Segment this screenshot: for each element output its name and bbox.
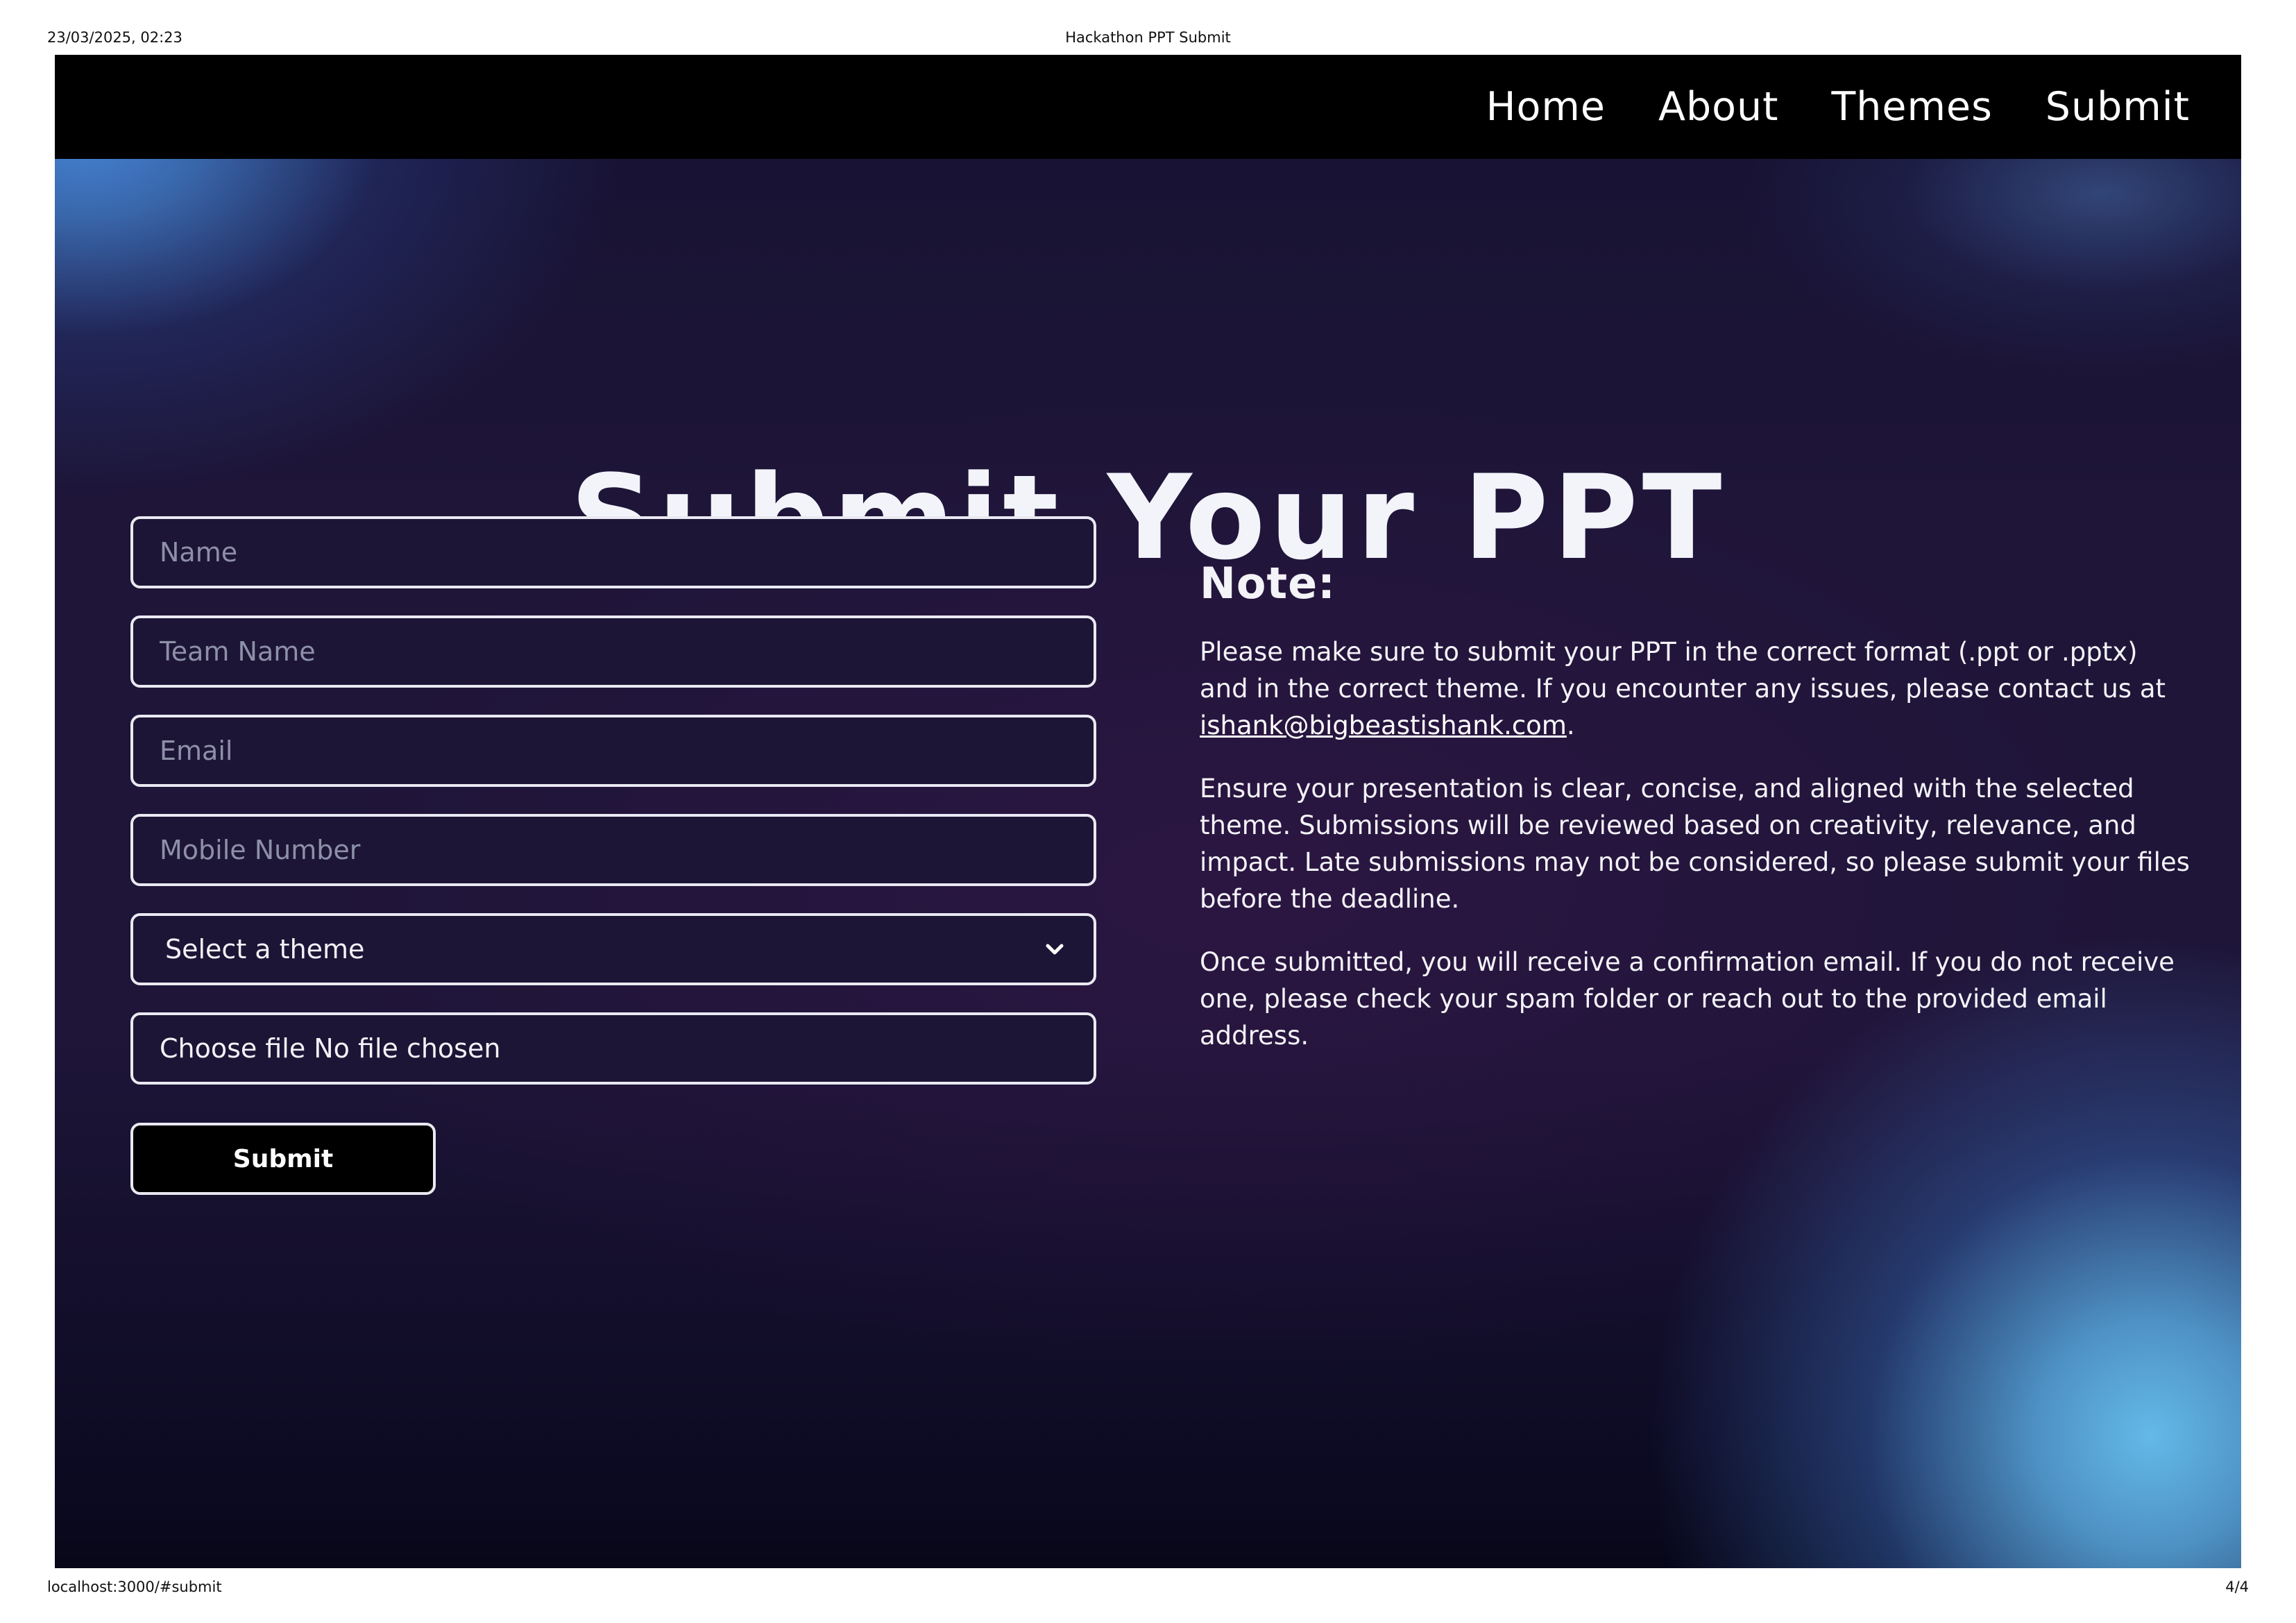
file-status-text: No file chosen [314, 1033, 501, 1064]
theme-select-value: Select a theme [165, 934, 365, 965]
note-format-text: Please make sure to submit your PPT in t… [1200, 637, 2166, 704]
print-header: 23/03/2025, 02:23 Hackathon PPT Submit [0, 29, 2296, 57]
note-paragraph-format: Please make sure to submit your PPT in t… [1200, 634, 2192, 744]
nav-link-themes[interactable]: Themes [1831, 84, 1992, 130]
submit-button[interactable]: Submit [130, 1123, 436, 1195]
mobile-number-input[interactable] [130, 814, 1096, 886]
navbar: Home About Themes Submit [55, 55, 2241, 159]
print-page-number: 4/4 [2225, 1579, 2249, 1595]
file-upload-field: Choose file No file chosen [130, 1012, 1096, 1085]
print-footer: localhost:3000/#submit 4/4 [0, 1579, 2296, 1606]
print-doc-title: Hackathon PPT Submit [1065, 29, 1231, 46]
nav-link-home[interactable]: Home [1486, 84, 1606, 130]
team-name-input[interactable] [130, 615, 1096, 688]
note-format-end: . [1566, 711, 1575, 740]
page-viewport: Home About Themes Submit Submit Your PPT… [55, 55, 2241, 1568]
chevron-down-icon [1046, 944, 1064, 955]
note-panel: Note: Please make sure to submit your PP… [1200, 558, 2192, 1080]
nav-links: Home About Themes Submit [1486, 55, 2190, 159]
contact-email-link[interactable]: ishank@bigbeastishank.com [1200, 711, 1567, 740]
email-input[interactable] [130, 715, 1096, 787]
nav-link-submit[interactable]: Submit [2046, 84, 2190, 130]
print-url: localhost:3000/#submit [47, 1579, 222, 1595]
nav-link-about[interactable]: About [1658, 84, 1779, 130]
note-paragraph-confirmation: Once submitted, you will receive a confi… [1200, 947, 2175, 1051]
name-input[interactable] [130, 516, 1096, 588]
choose-file-button[interactable]: Choose file [160, 1033, 305, 1064]
theme-select[interactable]: Select a theme [130, 913, 1096, 985]
note-heading: Note: [1200, 558, 1336, 609]
note-paragraph-guidelines: Ensure your presentation is clear, conci… [1200, 774, 2190, 914]
